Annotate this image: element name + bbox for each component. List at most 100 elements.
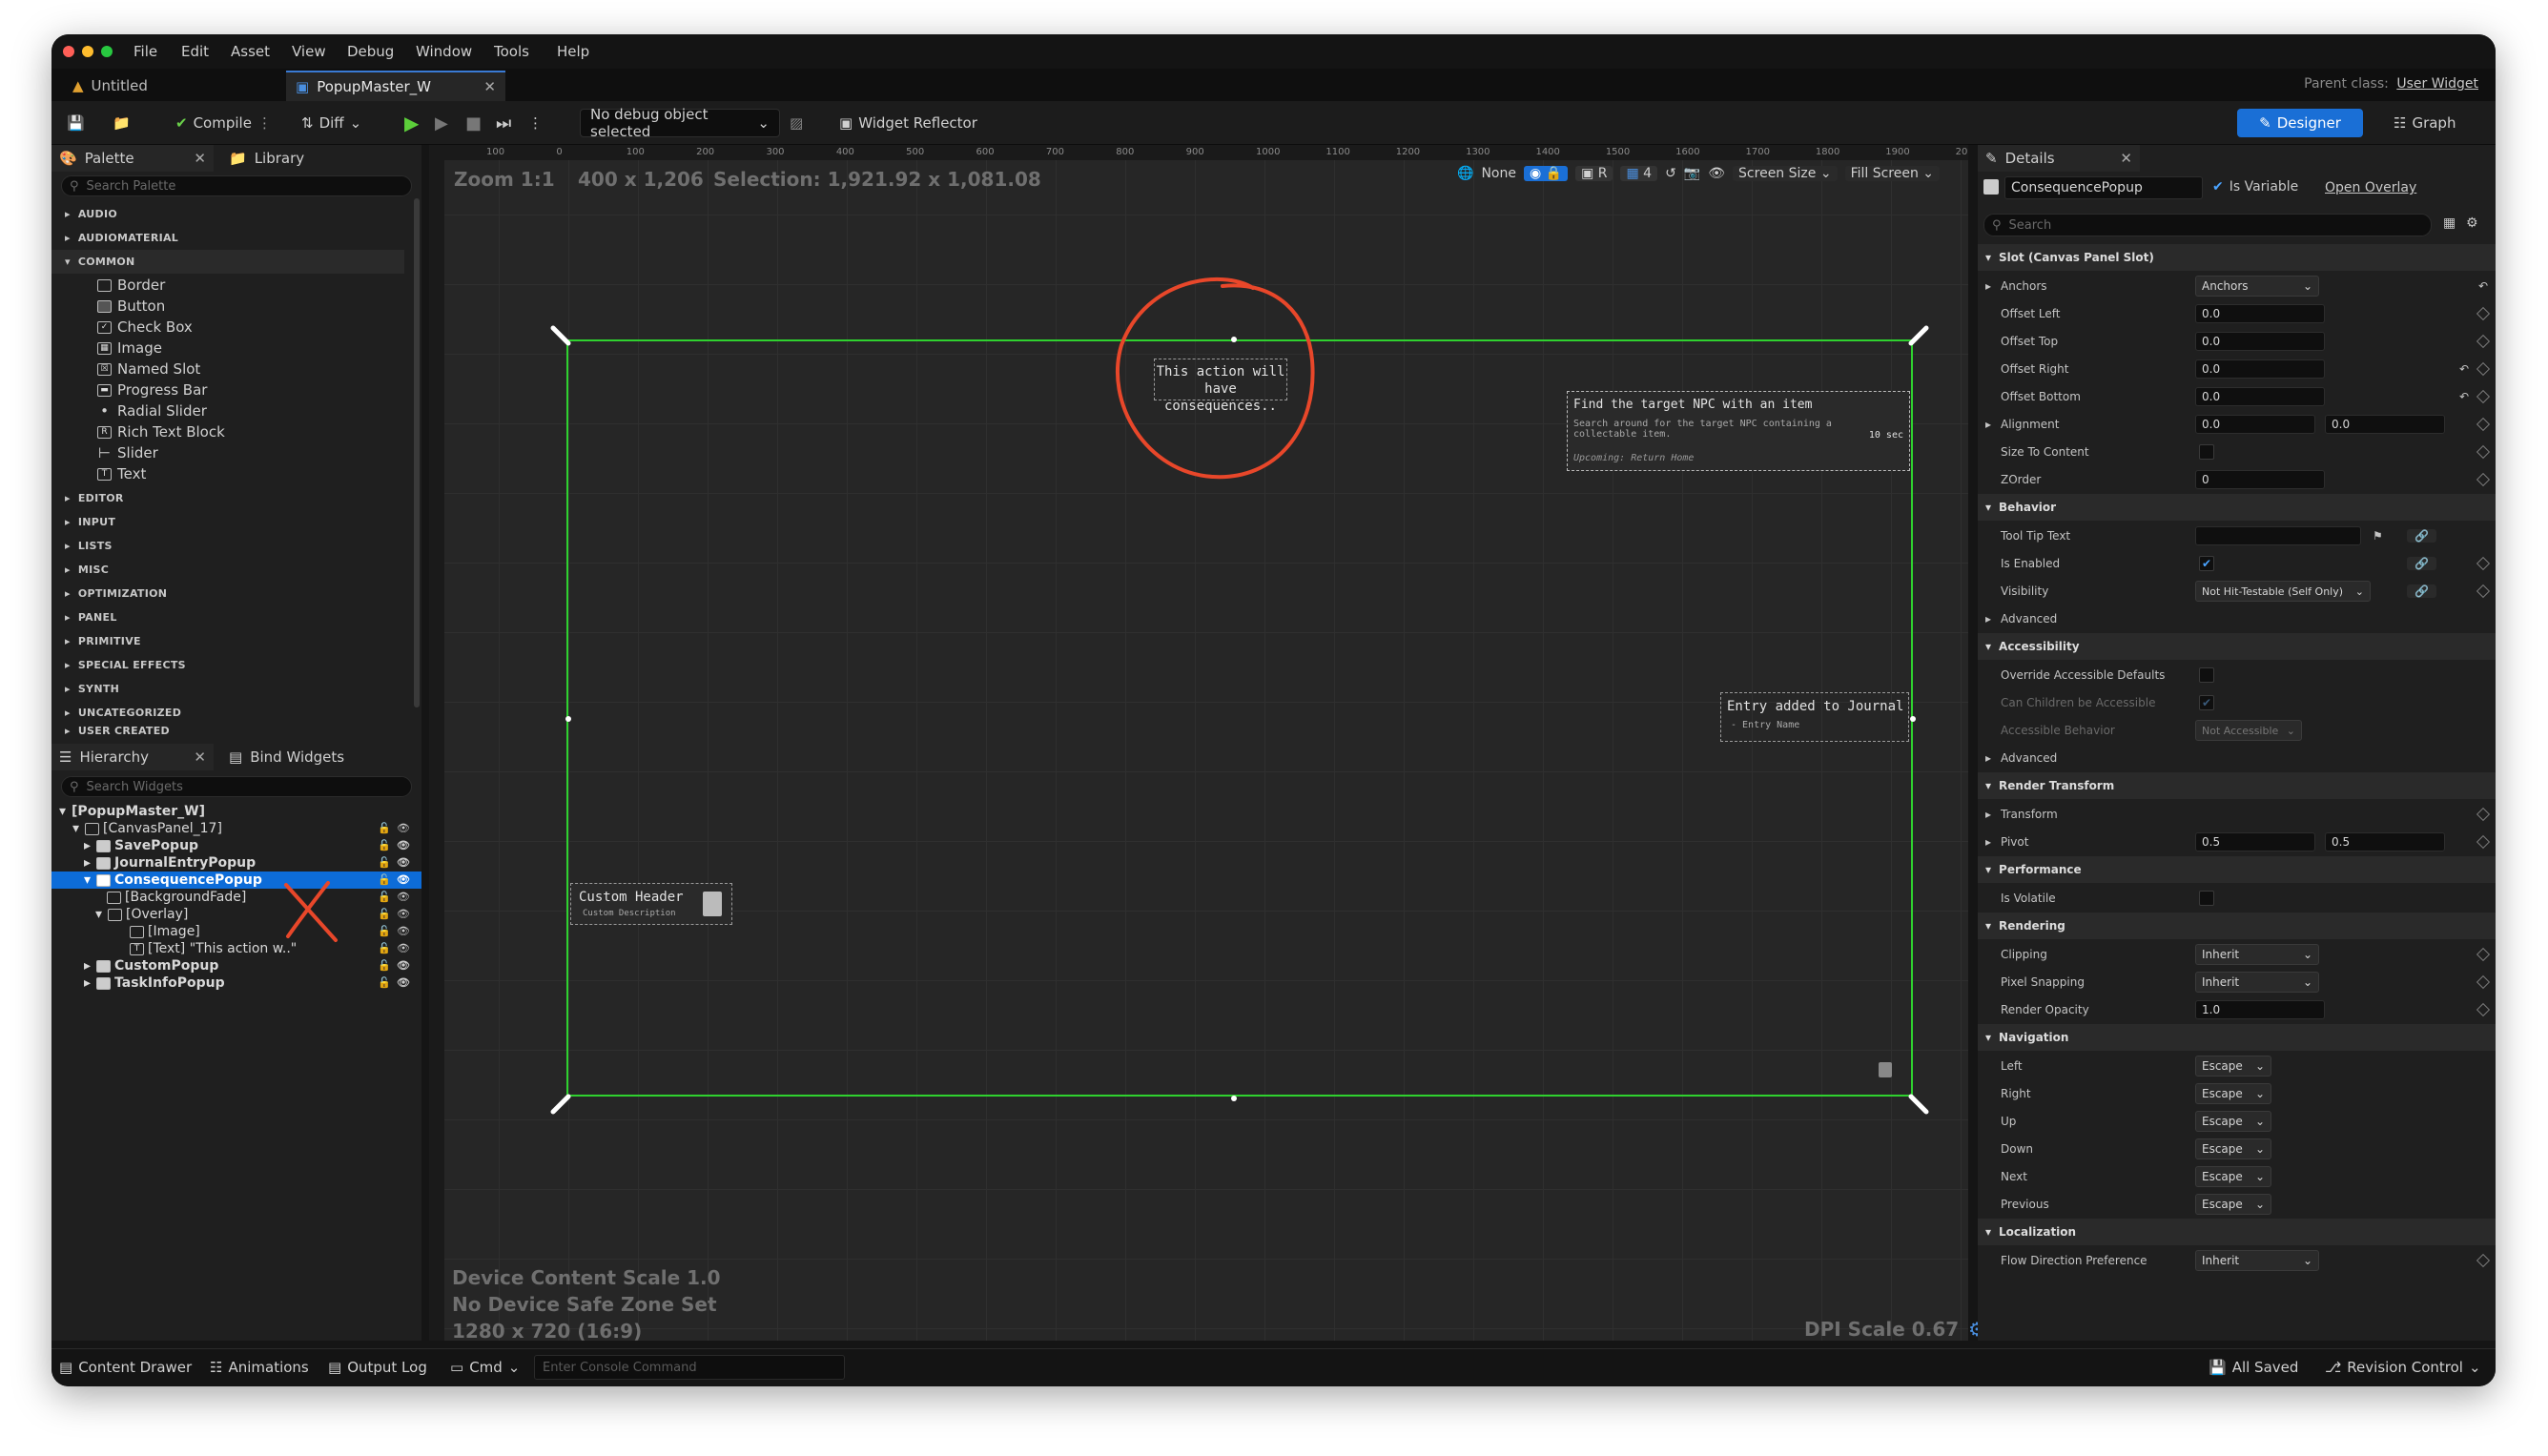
menu-help[interactable]: Help <box>557 43 589 60</box>
diff-button[interactable]: ⇅ Diff ⌄ <box>301 109 361 137</box>
palette-item-slider[interactable]: ⊢ Slider <box>97 442 158 463</box>
visibility-dropdown[interactable]: Not Hit-Testable (Self Only) ⌄ <box>2195 581 2371 602</box>
override-accessible-checkbox[interactable] <box>2199 667 2214 683</box>
category-special-effects[interactable]: ▸ SPECIAL EFFECTS <box>51 653 404 677</box>
menu-window[interactable]: Window <box>416 43 472 60</box>
menu-tools[interactable]: Tools <box>494 43 529 60</box>
reset-icon[interactable]: ↶ <box>2459 390 2469 403</box>
widget-reflector-button[interactable]: ▣ Widget Reflector <box>839 109 977 137</box>
clipping-dropdown[interactable]: Inherit ⌄ <box>2195 944 2319 965</box>
reset-icon[interactable]: ↶ <box>2478 279 2488 293</box>
lock-eye-icons[interactable]: 🔓👁 <box>378 873 416 886</box>
palette-item-text[interactable]: T Text <box>97 463 146 484</box>
respect-locks-button[interactable]: ▣ R <box>1575 166 1613 181</box>
pixel-snapping-dropdown[interactable]: Inherit ⌄ <box>2195 972 2319 993</box>
section-behavior[interactable]: ▾ Behavior <box>1978 494 2496 521</box>
keyframe-icon[interactable] <box>2476 334 2491 349</box>
menu-asset[interactable]: Asset <box>231 43 270 60</box>
close-tab-icon[interactable]: ✕ <box>194 749 206 766</box>
bind-button[interactable]: 🔗 <box>2407 557 2436 570</box>
lock-eye-icons[interactable]: 🔓👁 <box>378 891 416 903</box>
animations-button[interactable]: ☷ Animations <box>210 1359 309 1376</box>
fill-screen-dropdown[interactable]: Fill Screen ⌄ <box>1844 166 1941 181</box>
close-window-button[interactable] <box>63 46 74 57</box>
menu-edit[interactable]: Edit <box>181 43 209 60</box>
nav-next-dropdown[interactable]: Escape ⌄ <box>2195 1166 2271 1187</box>
debug-object-dropdown[interactable]: No debug object selected ⌄ <box>580 106 780 140</box>
alignment-y-field[interactable]: 0.0 <box>2325 415 2445 434</box>
is-enabled-checkbox[interactable]: ✔ <box>2199 556 2214 571</box>
keyframe-icon[interactable] <box>2476 444 2491 460</box>
skip-button[interactable]: ⏭ <box>496 109 511 137</box>
palette-item-named-slot[interactable]: ☒ Named Slot <box>97 359 200 379</box>
tree-row-taskinfopopup[interactable]: ▸ TaskInfoPopup 🔓👁 <box>51 974 421 992</box>
tree-row-overlay[interactable]: ▾ [Overlay] 🔓👁 <box>51 906 421 923</box>
keyframe-icon[interactable] <box>2476 417 2491 432</box>
keyframe-icon[interactable] <box>2476 306 2491 321</box>
tree-row-root[interactable]: ▾ [PopupMaster_W] <box>51 803 421 820</box>
palette-search-input[interactable]: ⚲ Search Palette <box>61 175 412 196</box>
category-misc[interactable]: ▸ MISC <box>51 558 404 582</box>
offset-left-field[interactable]: 0.0 <box>2195 304 2325 323</box>
lock-eye-icons[interactable]: 🔓👁 <box>378 976 416 989</box>
category-input[interactable]: ▸ INPUT <box>51 510 404 534</box>
tab-popupmaster[interactable]: ▣ PopupMaster_W ✕ <box>286 71 505 101</box>
menu-file[interactable]: File <box>134 43 157 60</box>
palette-item-image[interactable]: ▦ Image <box>97 338 162 359</box>
output-log-button[interactable]: ▤ Output Log <box>328 1359 427 1376</box>
keyframe-icon[interactable] <box>2476 807 2491 822</box>
section-render-transform[interactable]: ▾ Render Transform <box>1978 772 2496 799</box>
keyframe-icon[interactable] <box>2476 834 2491 850</box>
category-user-created[interactable]: ▸ USER CREATED <box>51 725 404 736</box>
lock-eye-icons[interactable]: 🔓👁 <box>378 839 416 851</box>
widget-name-field[interactable]: ConsequencePopup <box>2004 176 2203 199</box>
keyframe-icon[interactable] <box>2476 556 2491 571</box>
keyframe-icon[interactable] <box>2476 361 2491 377</box>
designer-button[interactable]: ✎ Designer <box>2237 109 2363 137</box>
size-to-content-checkbox[interactable] <box>2199 444 2214 460</box>
tree-row-image[interactable]: [Image] 🔓👁 <box>51 923 421 940</box>
lock-eye-icons[interactable]: 🔓👁 <box>378 959 416 972</box>
tree-row-backgroundfade[interactable]: [BackgroundFade] 🔓👁 <box>51 889 421 906</box>
cmd-dropdown[interactable]: ▭ Cmd ⌄ <box>450 1359 520 1376</box>
play-button[interactable]: ▶ <box>404 109 419 137</box>
custom-popup-preview[interactable]: Custom Header Custom Description <box>570 883 732 925</box>
debug-browse-button[interactable]: ▨ <box>790 109 803 137</box>
keyframe-icon[interactable] <box>2476 1253 2491 1268</box>
is-variable-checkbox[interactable]: ✔ Is Variable <box>2212 179 2298 195</box>
tree-row-custompopup[interactable]: ▸ CustomPopup 🔓👁 <box>51 957 421 974</box>
row-advanced-access[interactable]: ▸ Advanced <box>1978 745 2496 771</box>
section-rendering[interactable]: ▾ Rendering <box>1978 913 2496 939</box>
nav-down-dropdown[interactable]: Escape ⌄ <box>2195 1138 2271 1159</box>
graph-button[interactable]: ☷ Graph <box>2394 109 2456 137</box>
section-localization[interactable]: ▾ Localization <box>1978 1219 2496 1245</box>
save-button[interactable]: 💾 <box>67 109 85 137</box>
journal-popup-preview[interactable]: Entry added to Journal - Entry Name <box>1720 692 1909 742</box>
category-editor[interactable]: ▸ EDITOR <box>51 486 404 510</box>
eye-icon[interactable]: 👁 <box>1708 166 1725 181</box>
nav-previous-dropdown[interactable]: Escape ⌄ <box>2195 1194 2271 1215</box>
stop-button[interactable]: ■ <box>465 109 482 137</box>
nav-left-dropdown[interactable]: Escape ⌄ <box>2195 1056 2271 1077</box>
pivot-x-field[interactable]: 0.5 <box>2195 832 2315 851</box>
all-saved-button[interactable]: 💾 All Saved <box>2209 1359 2298 1376</box>
category-panel[interactable]: ▸ PANEL <box>51 605 404 629</box>
details-search-input[interactable]: ⚲ Search <box>1983 214 2432 236</box>
tree-row-journalentrypopup[interactable]: ▸ JournalEntryPopup 🔓👁 <box>51 854 421 872</box>
browse-button[interactable]: 📁 <box>113 109 131 137</box>
tree-row-canvaspanel[interactable]: ▾ [CanvasPanel_17] 🔓👁 <box>51 820 421 837</box>
palette-item-rich-text-block[interactable]: R Rich Text Block <box>97 421 225 442</box>
play-options-button[interactable]: ⋮ <box>528 109 543 137</box>
bind-button[interactable]: 🔗 <box>2407 529 2436 543</box>
category-primitive[interactable]: ▸ PRIMITIVE <box>51 629 404 653</box>
offset-top-field[interactable]: 0.0 <box>2195 332 2325 351</box>
lock-eye-icons[interactable]: 🔓👁 <box>378 822 416 834</box>
close-tab-icon[interactable]: ✕ <box>194 150 206 167</box>
keyframe-icon[interactable] <box>2476 974 2491 990</box>
section-performance[interactable]: ▾ Performance <box>1978 856 2496 883</box>
tree-row-savepopup[interactable]: ▸ SavePopup 🔓👁 <box>51 837 421 854</box>
console-command-input[interactable]: Enter Console Command <box>534 1355 845 1380</box>
palette-item-checkbox[interactable]: ✓ Check Box <box>97 317 193 338</box>
nav-up-dropdown[interactable]: Escape ⌄ <box>2195 1111 2271 1132</box>
anchors-dropdown[interactable]: Anchors ⌄ <box>2195 276 2319 297</box>
